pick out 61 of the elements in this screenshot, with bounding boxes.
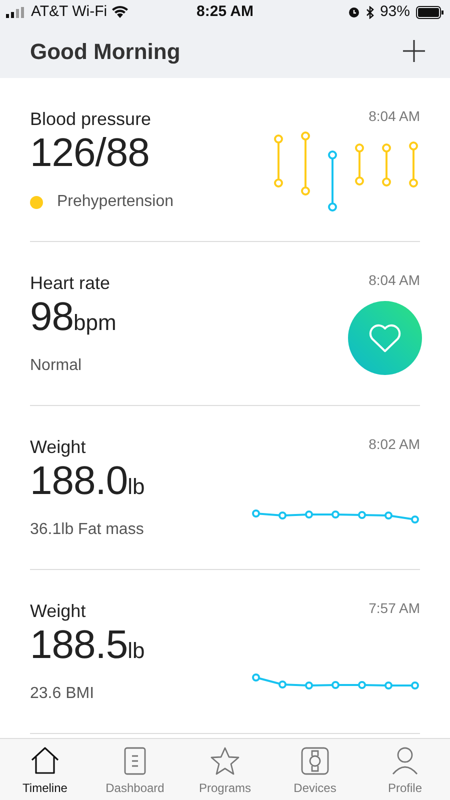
carrier-label: AT&T Wi-Fi xyxy=(31,2,108,22)
measurement-unit: lb xyxy=(128,473,145,501)
data-point xyxy=(411,516,419,524)
range-bar xyxy=(382,144,391,186)
range-bar xyxy=(274,134,283,188)
battery-icon xyxy=(416,6,444,18)
measurement-value: 98 xyxy=(30,294,74,340)
signal-icon xyxy=(6,6,26,18)
tab-item[interactable]: Programs xyxy=(180,739,270,800)
measurement-note: Prehypertension xyxy=(57,192,174,212)
measurement-time: 8:04 AM xyxy=(368,107,420,126)
data-point xyxy=(358,681,366,689)
range-bar xyxy=(328,150,337,212)
tab-item[interactable]: Dashboard xyxy=(90,739,180,800)
range-bar xyxy=(301,132,310,196)
clock-time: 8:25 AM xyxy=(196,2,254,22)
data-point xyxy=(332,510,340,518)
measurement-time: 8:02 AM xyxy=(368,435,420,454)
card-title: Weight xyxy=(30,436,87,458)
measurement-value: 126/88 xyxy=(30,130,150,176)
measurement-note: 23.6 BMI xyxy=(30,684,94,704)
data-point xyxy=(358,511,366,519)
home-icon xyxy=(30,746,60,776)
data-point xyxy=(305,510,313,518)
measurement-unit: lb xyxy=(128,637,145,665)
data-point xyxy=(278,512,286,520)
watch-icon xyxy=(300,746,330,776)
data-point xyxy=(411,682,419,690)
heart-icon xyxy=(367,322,403,354)
measurement-note: Normal xyxy=(30,356,82,376)
battery-percentage: 93% xyxy=(380,2,410,22)
card-title: Heart rate xyxy=(30,272,112,294)
data-point xyxy=(252,674,260,682)
tab-item[interactable]: Profile xyxy=(360,739,450,800)
page-title: Good Morning xyxy=(30,38,180,66)
add-button[interactable] xyxy=(402,39,426,63)
tab-item[interactable]: Timeline xyxy=(0,739,90,800)
range-bar xyxy=(409,142,418,188)
range-bar xyxy=(355,144,364,186)
bluetooth-icon xyxy=(366,6,374,18)
card-title: Weight xyxy=(30,600,87,622)
measurement-value: 188.5 xyxy=(30,622,128,668)
document-icon xyxy=(123,746,147,776)
measurement-value: 188.0 xyxy=(30,458,128,504)
card-title: Blood pressure xyxy=(30,108,152,130)
plus-icon xyxy=(403,40,425,62)
tab-item[interactable]: Devices xyxy=(270,739,360,800)
data-point xyxy=(332,681,340,689)
person-icon xyxy=(390,746,420,776)
alarm-icon xyxy=(348,6,360,18)
wifi-icon xyxy=(112,6,128,18)
data-point xyxy=(278,680,286,688)
data-point xyxy=(305,682,313,690)
data-point xyxy=(384,682,392,690)
measurement-note: 36.1lb Fat mass xyxy=(30,520,144,540)
star-icon xyxy=(210,746,240,776)
measurement-unit: bpm xyxy=(74,309,116,337)
data-point xyxy=(252,510,260,518)
measurement-time: 7:57 AM xyxy=(368,599,420,618)
data-point xyxy=(384,512,392,520)
measurement-time: 8:04 AM xyxy=(368,271,420,290)
